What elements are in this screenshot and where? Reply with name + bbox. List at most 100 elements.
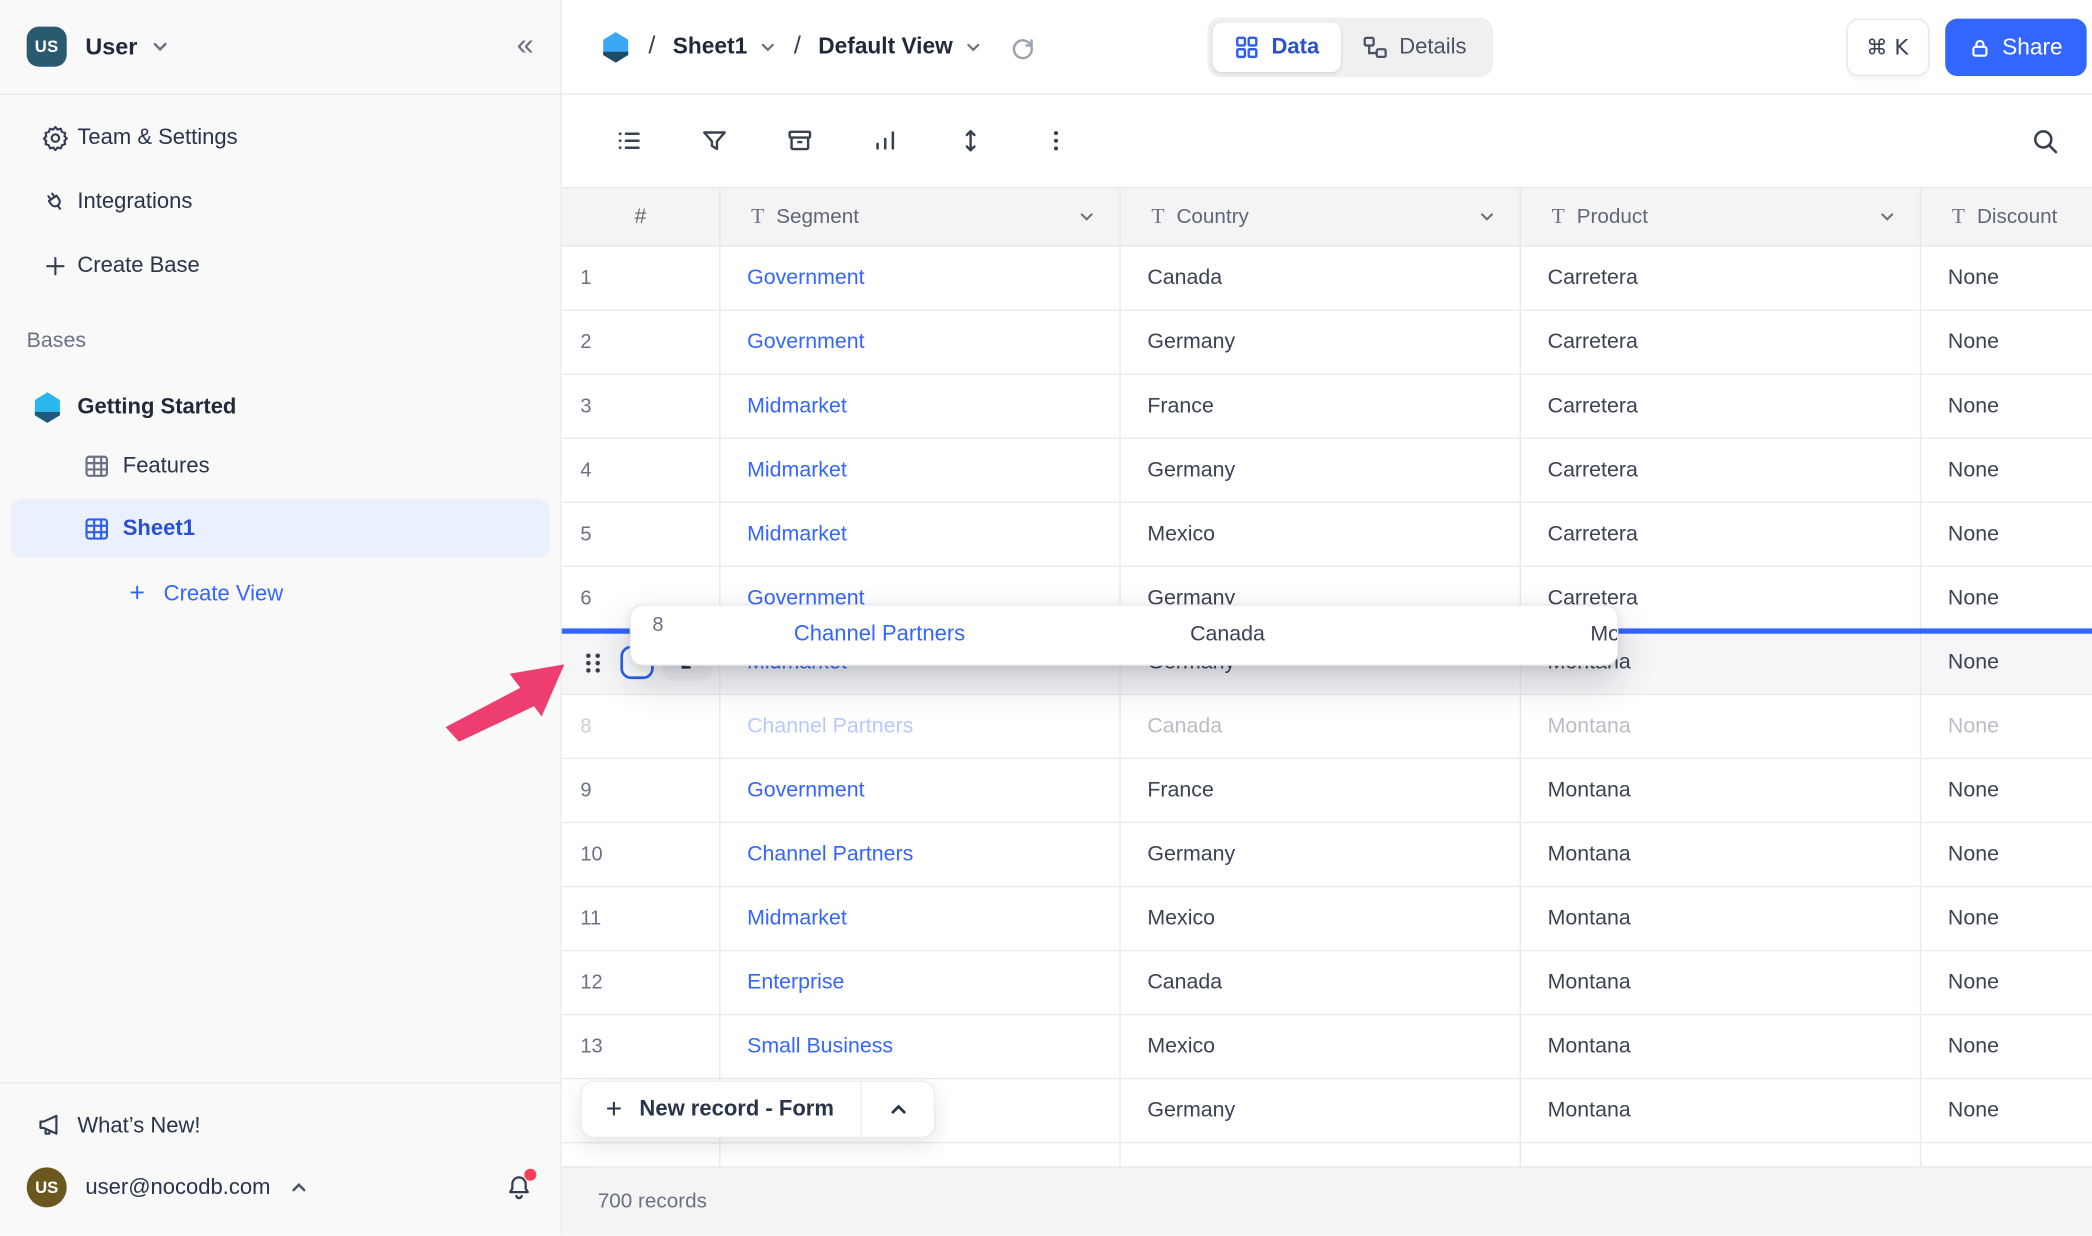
cell-segment[interactable]: Midmarket [720, 438, 1121, 502]
cell-discount[interactable]: None [1921, 567, 2092, 630]
table-row[interactable]: 4 Midmarket Germany Carretera None [561, 438, 2092, 503]
cell-segment[interactable]: Channel Partners [720, 823, 1121, 886]
cell-segment[interactable]: Government [720, 759, 1121, 822]
cell-num[interactable]: 10 [562, 823, 721, 886]
tab-data[interactable]: Data [1212, 22, 1341, 73]
table-row[interactable]: 2 Government Germany Carretera None [561, 310, 2092, 375]
cell-discount[interactable]: None [1921, 631, 2092, 694]
column-header-segment[interactable]: T Segment [720, 188, 1121, 246]
cell-num[interactable]: 12 [562, 951, 721, 1014]
table-row[interactable]: 9 Government France Montana None [561, 759, 2092, 824]
cell-discount[interactable]: None [1921, 1015, 2092, 1078]
fields-icon[interactable] [615, 127, 643, 155]
cell-country[interactable]: Germany [1121, 1079, 1521, 1143]
cell-segment[interactable]: Government [720, 246, 1121, 310]
cell-num[interactable]: 11 [562, 887, 721, 950]
cell-product[interactable]: Carretera [1521, 374, 1922, 438]
table-row[interactable]: 10 Channel Partners Germany Montana None [561, 823, 2092, 888]
cell-discount[interactable]: None [1921, 823, 2092, 886]
table-row[interactable]: 13 Small Business Mexico Montana None [561, 1015, 2092, 1080]
cell-discount[interactable]: None [1921, 1079, 2092, 1142]
command-k-button[interactable]: ⌘ K [1846, 18, 1929, 77]
sidebar-table-sheet1[interactable]: Sheet1 [10, 498, 550, 558]
segment-link[interactable]: Government [747, 330, 864, 354]
cell-discount[interactable]: None [1921, 439, 2092, 502]
cell-country[interactable]: Mexico [1121, 1015, 1521, 1079]
segment-link[interactable]: Channel Partners [747, 843, 913, 867]
cell-country[interactable]: Germany [1121, 310, 1521, 374]
cell-country[interactable]: Germany [1121, 823, 1521, 886]
cell-product[interactable]: Carretera [1521, 502, 1922, 566]
cell-country[interactable]: Mexico [1121, 887, 1521, 950]
breadcrumb-view[interactable]: Default View [818, 33, 982, 60]
cell-num[interactable]: 9 [562, 759, 721, 822]
segment-link[interactable]: Small Business [747, 1035, 893, 1059]
cell-discount[interactable]: None [1921, 759, 2092, 822]
cell-segment[interactable]: Midmarket [720, 374, 1121, 438]
new-record-options-button[interactable] [862, 1082, 934, 1137]
column-header-discount[interactable]: T Discount [1921, 188, 2092, 245]
cell-product[interactable]: Montana [1521, 951, 1922, 1014]
cell-country[interactable]: France [1121, 759, 1521, 822]
cell-num[interactable]: 5 [562, 502, 721, 566]
chevron-down-icon[interactable] [1078, 208, 1095, 225]
cell-num[interactable]: 13 [562, 1015, 721, 1079]
segment-link[interactable]: Government [747, 778, 864, 802]
cell-product[interactable]: Montana [1521, 695, 1922, 758]
cell-discount[interactable]: None [1921, 951, 2092, 1014]
cell-discount[interactable] [1921, 1143, 2092, 1166]
table-row[interactable] [561, 1143, 2092, 1167]
sidebar-base-getting-started[interactable]: Getting Started [0, 378, 560, 437]
cell-product[interactable]: Montana [1521, 1015, 1922, 1079]
cell-discount[interactable]: None [1921, 311, 2092, 374]
search-icon[interactable] [2031, 127, 2060, 156]
segment-link[interactable]: Channel Partners [747, 714, 913, 738]
column-header-product[interactable]: T Product [1521, 188, 1922, 246]
collapse-sidebar-icon[interactable]: « [517, 29, 534, 64]
sidebar-item-team-settings[interactable]: Team & Settings [0, 105, 560, 169]
sort-icon[interactable] [871, 127, 899, 155]
table-row[interactable]: 8 Channel Partners Canada Montana None [561, 695, 2092, 760]
account-menu[interactable]: US user@nocodb.com [0, 1155, 560, 1219]
cell-country[interactable]: Canada [1121, 951, 1521, 1014]
new-record-main[interactable]: + New record - Form [582, 1082, 861, 1137]
hexagon-base-icon[interactable] [600, 30, 631, 63]
share-button[interactable]: Share [1944, 18, 2087, 77]
segment-link[interactable]: Midmarket [747, 458, 847, 482]
sidebar-item-integrations[interactable]: Integrations [0, 169, 560, 233]
cell-discount[interactable]: None [1921, 887, 2092, 950]
cell-country[interactable]: Canada [1121, 246, 1521, 310]
column-header-num[interactable]: # [562, 188, 721, 246]
cell-product[interactable]: Montana [1521, 759, 1922, 822]
segment-link[interactable]: Enterprise [747, 971, 844, 995]
cell-segment[interactable]: Channel Partners [720, 695, 1121, 758]
table-row[interactable]: 3 Midmarket France Carretera None [561, 374, 2092, 439]
cell-country[interactable]: Mexico [1121, 502, 1521, 566]
cell-product[interactable] [1521, 1143, 1922, 1167]
cell-segment[interactable]: Midmarket [720, 887, 1121, 950]
cell-num[interactable]: 2 [562, 310, 721, 374]
cell-segment[interactable]: Enterprise [720, 951, 1121, 1014]
row-height-icon[interactable] [957, 127, 985, 155]
cell-product[interactable]: Carretera [1521, 310, 1922, 374]
segment-link[interactable]: Midmarket [747, 394, 847, 418]
cell-num[interactable]: 8 [562, 695, 721, 758]
cell-country[interactable]: Canada [1121, 695, 1521, 758]
segment-link[interactable]: Midmarket [747, 907, 847, 931]
dragged-row-card[interactable]: 8 Channel Partners Canada Montana [629, 604, 1619, 666]
notifications-bell-icon[interactable] [504, 1168, 537, 1202]
cell-segment[interactable]: Midmarket [720, 502, 1121, 566]
segment-link[interactable]: Midmarket [747, 522, 847, 546]
cell-product[interactable]: Montana [1521, 1079, 1922, 1143]
cell-country[interactable]: France [1121, 374, 1521, 438]
chevron-down-icon[interactable] [1478, 208, 1495, 225]
cell-num[interactable]: 4 [562, 438, 721, 502]
breadcrumb-table[interactable]: Sheet1 [673, 33, 777, 60]
refresh-icon[interactable] [1010, 34, 1035, 59]
cell-segment[interactable] [720, 1143, 1121, 1167]
chevron-down-icon[interactable] [1879, 208, 1896, 225]
cell-num[interactable]: 1 [562, 246, 721, 310]
cell-country[interactable] [1121, 1143, 1521, 1167]
cell-country[interactable]: Germany [1121, 438, 1521, 502]
cell-product[interactable]: Montana [1521, 823, 1922, 886]
